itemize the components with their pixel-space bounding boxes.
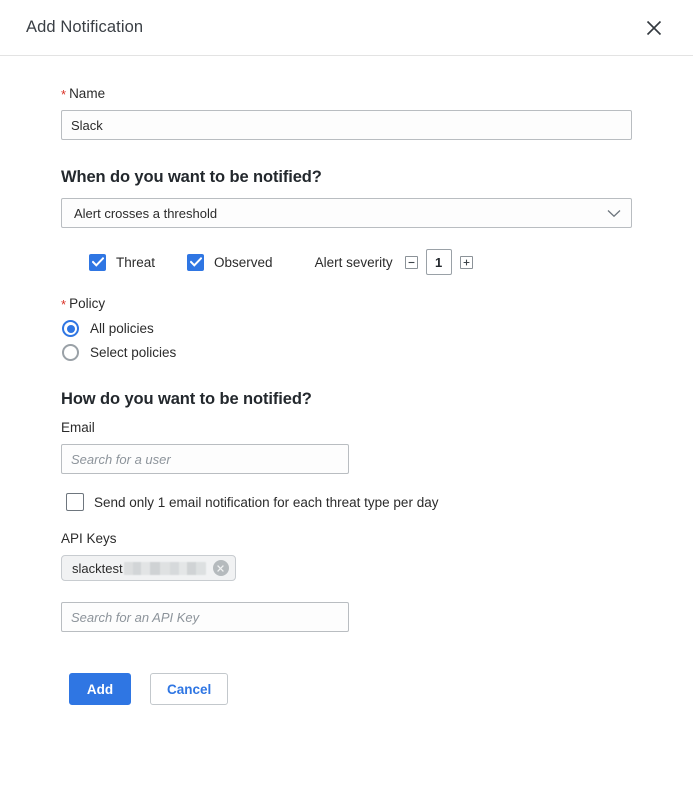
required-asterisk: * xyxy=(61,87,67,102)
policy-label: * Policy xyxy=(61,296,632,311)
observed-checkbox-label: Observed xyxy=(214,254,273,270)
radio-select-policies-label: Select policies xyxy=(90,345,177,360)
api-key-redacted-block xyxy=(123,561,206,575)
plus-icon[interactable] xyxy=(459,255,473,269)
name-label-text: Name xyxy=(69,86,106,101)
radio-all-policies[interactable]: All policies xyxy=(61,320,632,337)
name-input[interactable] xyxy=(61,110,632,140)
minus-icon[interactable] xyxy=(404,255,418,269)
modal-header: Add Notification xyxy=(0,0,693,56)
radio-select-policies[interactable]: Select policies xyxy=(61,344,632,361)
alert-severity-label: Alert severity xyxy=(314,254,393,270)
page-title: Add Notification xyxy=(26,18,144,36)
how-section-heading: How do you want to be notified? xyxy=(61,390,312,408)
alert-severity-value[interactable]: 1 xyxy=(425,249,452,275)
api-key-chip[interactable]: slacktest xyxy=(61,555,236,581)
api-keys-label: API Keys xyxy=(61,531,117,546)
daily-digest-checkbox[interactable] xyxy=(66,493,84,511)
alert-type-row: Threat Observed Alert severity 1 xyxy=(61,249,632,275)
email-label: Email xyxy=(61,420,95,435)
observed-checkbox[interactable] xyxy=(187,253,205,271)
api-key-chip-label: slacktest xyxy=(72,560,123,576)
policy-label-text: Policy xyxy=(69,296,106,311)
close-icon[interactable] xyxy=(639,13,669,43)
api-key-chip-container: slacktest xyxy=(61,555,632,581)
threat-checkbox[interactable] xyxy=(89,253,106,271)
radio-dot xyxy=(66,324,75,333)
trigger-select-wrapper: Alert crosses a threshold xyxy=(61,198,632,228)
cancel-button[interactable]: Cancel xyxy=(150,673,229,705)
daily-digest-row: Send only 1 email notification for each … xyxy=(61,493,632,511)
add-button[interactable]: Add xyxy=(69,673,131,705)
trigger-select[interactable]: Alert crosses a threshold xyxy=(61,198,632,228)
footer-actions: Add Cancel xyxy=(61,673,632,705)
alert-severity-stepper: 1 xyxy=(404,249,473,275)
required-asterisk: * xyxy=(61,297,67,312)
radio-all-policies-label: All policies xyxy=(90,321,154,336)
radio-all-policies-control[interactable] xyxy=(62,320,79,337)
threat-checkbox-label: Threat xyxy=(116,254,156,270)
api-key-search-input[interactable] xyxy=(61,602,349,632)
modal-body: *Name When do you want to be notified? A… xyxy=(0,56,693,705)
radio-select-policies-control[interactable] xyxy=(62,344,79,361)
daily-digest-label: Send only 1 email notification for each … xyxy=(94,494,439,510)
email-search-input[interactable] xyxy=(61,444,349,474)
name-label: * Name xyxy=(61,86,632,101)
remove-circle-icon[interactable] xyxy=(212,560,229,576)
when-section-heading: When do you want to be notified? xyxy=(61,168,322,186)
trigger-select-value: Alert crosses a threshold xyxy=(74,205,218,221)
